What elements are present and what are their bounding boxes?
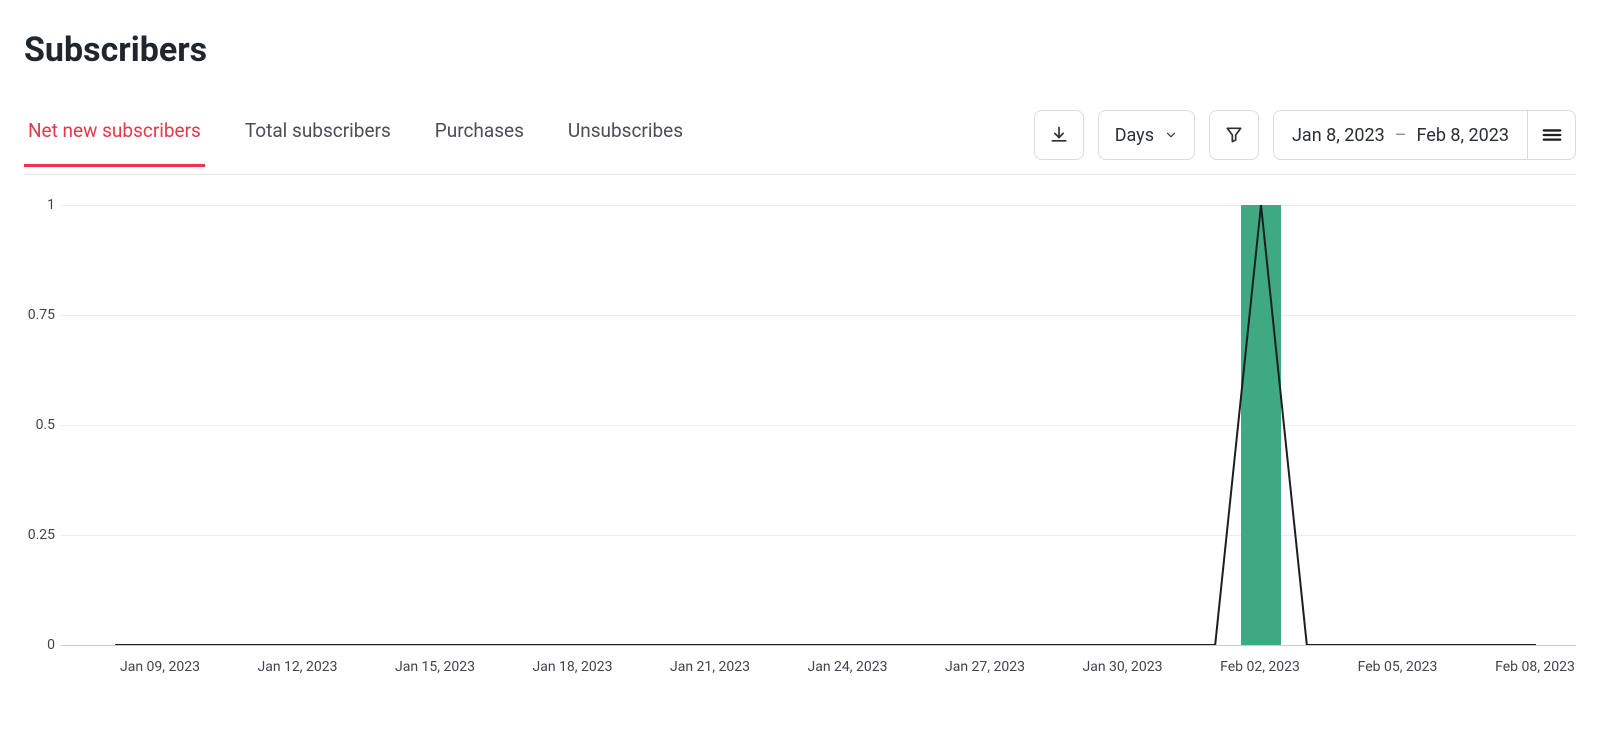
date-range-picker: Jan 8, 2023 – Feb 8, 2023 xyxy=(1273,110,1576,160)
menu-icon xyxy=(1541,124,1563,146)
filter-button[interactable] xyxy=(1209,110,1259,160)
tab-total-subscribers[interactable]: Total subscribers xyxy=(241,119,395,167)
chart-gridline: 0 xyxy=(61,645,1576,646)
chevron-down-icon xyxy=(1164,128,1178,142)
filter-icon xyxy=(1224,125,1244,145)
chart-x-tick-label: Jan 12, 2023 xyxy=(258,659,338,675)
chart-line xyxy=(115,205,1536,645)
chart-line-layer xyxy=(61,205,1576,645)
tabs: Net new subscribers Total subscribers Pu… xyxy=(24,119,687,166)
chart-x-axis: Jan 09, 2023 Jan 12, 2023 Jan 15, 2023 Jan … xyxy=(60,655,1576,695)
tab-net-new-subscribers[interactable]: Net new subscribers xyxy=(24,119,205,167)
chart-y-tick-label: 0.5 xyxy=(15,417,55,433)
date-end: Feb 8, 2023 xyxy=(1417,125,1509,146)
chart-x-tick-label: Jan 27, 2023 xyxy=(945,659,1025,675)
chart-y-tick-label: 0.75 xyxy=(15,307,55,323)
chart-y-tick-label: 0.25 xyxy=(15,527,55,543)
download-button[interactable] xyxy=(1034,110,1084,160)
chart-x-tick-label: Jan 24, 2023 xyxy=(808,659,888,675)
tab-unsubscribes[interactable]: Unsubscribes xyxy=(564,119,687,167)
chart-plot-area: 00.250.50.751 xyxy=(60,197,1576,645)
chart-container: 00.250.50.751 Jan 09, 2023Jan 12, 2023Ja… xyxy=(24,197,1576,695)
chart-x-tick-label: Jan 30, 2023 xyxy=(1083,659,1163,675)
chart-x-tick-label: Feb 02, 2023 xyxy=(1220,659,1300,675)
chart-x-tick-label: Feb 08, 2023 xyxy=(1495,659,1575,675)
controls: Days Jan 8, 2023 – Feb 8, xyxy=(1034,110,1576,174)
date-start: Jan 8, 2023 xyxy=(1292,125,1385,146)
chart-y-tick-label: 1 xyxy=(15,197,55,213)
granularity-select[interactable]: Days xyxy=(1098,110,1195,160)
granularity-label: Days xyxy=(1115,125,1154,146)
chart-x-tick-label: Feb 05, 2023 xyxy=(1358,659,1438,675)
chart-x-tick-label: Jan 15, 2023 xyxy=(395,659,475,675)
date-range-menu-button[interactable] xyxy=(1527,111,1575,159)
chart-y-tick-label: 0 xyxy=(15,637,55,653)
chart-x-tick-label: Jan 09, 2023 xyxy=(120,659,200,675)
page-title: Subscribers xyxy=(24,30,1576,70)
date-separator: – xyxy=(1395,125,1407,146)
chart-x-tick-label: Jan 18, 2023 xyxy=(533,659,613,675)
chart-x-tick-label: Jan 21, 2023 xyxy=(670,659,750,675)
tabs-row: Net new subscribers Total subscribers Pu… xyxy=(24,110,1576,175)
tab-purchases[interactable]: Purchases xyxy=(431,119,528,167)
date-range-button[interactable]: Jan 8, 2023 – Feb 8, 2023 xyxy=(1274,111,1527,159)
download-icon xyxy=(1049,125,1069,145)
